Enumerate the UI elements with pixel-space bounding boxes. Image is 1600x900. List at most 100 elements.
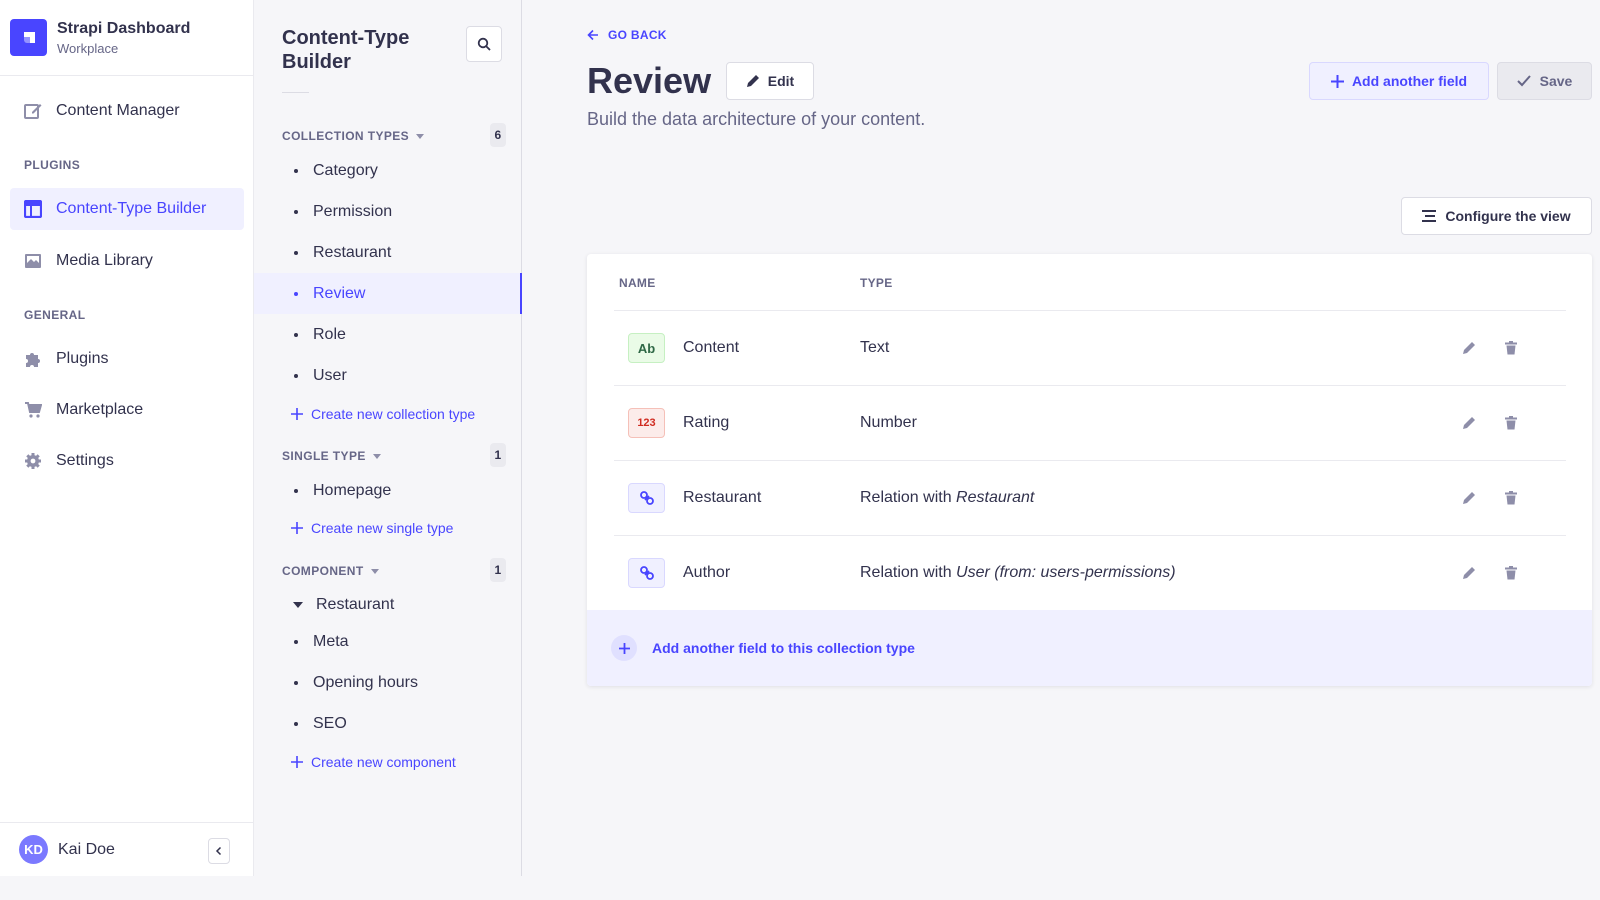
pencil-icon bbox=[1463, 417, 1475, 429]
subnav-item-role[interactable]: Role bbox=[254, 314, 522, 355]
subnav-item-label: Meta bbox=[313, 632, 349, 650]
section-label: COLLECTION TYPES bbox=[282, 129, 410, 143]
list-icon bbox=[1422, 210, 1437, 222]
edit-field-button[interactable] bbox=[1459, 338, 1479, 358]
nav-item-marketplace[interactable]: Marketplace bbox=[10, 389, 244, 431]
subnav-item-category[interactable]: Category bbox=[254, 150, 522, 191]
bullet bbox=[294, 488, 298, 493]
create-single-type-link[interactable]: Create new single type bbox=[291, 520, 453, 536]
field-type: Relation with Restaurant bbox=[860, 489, 1034, 507]
create-component-link[interactable]: Create new component bbox=[291, 754, 456, 770]
bullet bbox=[294, 680, 298, 685]
subnav-item-homepage[interactable]: Homepage bbox=[254, 470, 522, 511]
puzzle-icon bbox=[23, 349, 43, 369]
bullet bbox=[294, 721, 298, 726]
table-row[interactable]: Restaurant Relation with Restaurant bbox=[614, 460, 1566, 535]
nav-item-settings[interactable]: Settings bbox=[10, 440, 244, 482]
save-button[interactable]: Save bbox=[1497, 62, 1592, 100]
pencil-icon bbox=[1463, 492, 1475, 504]
add-field-footer-label: Add another field to this collection typ… bbox=[652, 640, 915, 656]
edit-button[interactable]: Edit bbox=[726, 62, 814, 100]
single-type-header[interactable]: SINGLE TYPE 1 bbox=[282, 443, 506, 467]
add-field-to-collection-button[interactable]: Add another field to this collection typ… bbox=[587, 610, 1592, 686]
create-link-label: Create new single type bbox=[311, 520, 454, 536]
caret-down-icon bbox=[372, 453, 381, 459]
edit-field-button[interactable] bbox=[1459, 413, 1479, 433]
add-field-label: Add another field bbox=[1351, 73, 1468, 89]
delete-field-button[interactable] bbox=[1501, 488, 1521, 508]
nav-item-plugins[interactable]: Plugins bbox=[10, 338, 244, 380]
check-icon bbox=[1516, 75, 1531, 87]
subnav-item-review[interactable]: Review bbox=[254, 273, 522, 314]
caret-down-icon bbox=[370, 568, 379, 574]
nav-item-label: Media Library bbox=[56, 252, 153, 269]
bullet bbox=[294, 250, 298, 255]
bullet bbox=[294, 639, 298, 644]
field-type-prefix: Relation with bbox=[860, 564, 957, 581]
edit-field-button[interactable] bbox=[1459, 488, 1479, 508]
go-back-link[interactable]: GO BACK bbox=[587, 28, 667, 42]
section-label: COMPONENT bbox=[282, 564, 364, 578]
field-name: Author bbox=[683, 564, 731, 581]
user-menu[interactable]: KD Kai Doe bbox=[0, 822, 254, 876]
plus-icon bbox=[1330, 74, 1344, 88]
number-type-badge: 123 bbox=[628, 408, 665, 438]
field-name: Restaurant bbox=[683, 489, 762, 506]
subnav-item-user[interactable]: User bbox=[254, 355, 522, 396]
field-type: Number bbox=[860, 414, 917, 432]
table-row[interactable]: Ab Content Text bbox=[614, 310, 1566, 385]
trash-icon bbox=[1505, 566, 1517, 580]
subnav-item-permission[interactable]: Permission bbox=[254, 191, 522, 232]
component-group-restaurant[interactable]: Restaurant bbox=[254, 584, 522, 625]
nav-item-label: Plugins bbox=[56, 350, 109, 367]
collapse-nav-button[interactable] bbox=[208, 838, 230, 864]
delete-field-button[interactable] bbox=[1501, 413, 1521, 433]
component-header[interactable]: COMPONENT 1 bbox=[282, 558, 506, 582]
table-row[interactable]: 123 Rating Number bbox=[614, 385, 1566, 460]
link-icon bbox=[628, 558, 665, 588]
search-button[interactable] bbox=[466, 26, 502, 62]
main-navigation: Strapi Dashboard Workplace Content Manag… bbox=[0, 0, 254, 876]
table-row[interactable]: Author Relation with User (from: users-p… bbox=[614, 535, 1566, 610]
subnav-item-label: Permission bbox=[313, 202, 393, 220]
subnav-item-seo[interactable]: SEO bbox=[254, 703, 522, 744]
text-type-badge: Ab bbox=[628, 333, 665, 363]
plus-icon bbox=[291, 522, 303, 534]
edit-field-button[interactable] bbox=[1459, 563, 1479, 583]
bullet bbox=[294, 373, 298, 378]
column-header-name: NAME bbox=[619, 276, 656, 290]
subnav-item-restaurant[interactable]: Restaurant bbox=[254, 232, 522, 273]
collection-types-count: 6 bbox=[490, 123, 506, 147]
chevron-left-icon bbox=[215, 846, 222, 856]
page-title: Review bbox=[587, 60, 712, 101]
fields-table: NAME TYPE Ab Content Text 123 Rating Num… bbox=[587, 254, 1592, 686]
link-icon bbox=[628, 483, 665, 513]
subnav-item-opening-hours[interactable]: Opening hours bbox=[254, 662, 522, 703]
brand-title: Strapi Dashboard bbox=[57, 19, 191, 37]
caret-down-icon bbox=[293, 601, 303, 608]
single-type-count: 1 bbox=[490, 443, 506, 467]
nav-item-content-type-builder[interactable]: Content-Type Builder bbox=[10, 188, 244, 230]
strapi-logo-icon bbox=[10, 19, 47, 56]
image-icon bbox=[23, 251, 43, 271]
delete-field-button[interactable] bbox=[1501, 338, 1521, 358]
collection-types-header[interactable]: COLLECTION TYPES 6 bbox=[282, 123, 506, 147]
bullet bbox=[294, 291, 298, 296]
delete-field-button[interactable] bbox=[1501, 563, 1521, 583]
nav-item-media-library[interactable]: Media Library bbox=[10, 240, 244, 282]
add-another-field-button[interactable]: Add another field bbox=[1309, 62, 1489, 100]
brand[interactable]: Strapi Dashboard Workplace bbox=[0, 0, 253, 76]
pencil-icon bbox=[1463, 342, 1475, 354]
field-type-prefix: Text bbox=[860, 339, 890, 356]
create-collection-type-link[interactable]: Create new collection type bbox=[291, 406, 475, 422]
nav-item-label: Settings bbox=[56, 452, 114, 469]
field-type-target: Restaurant bbox=[956, 489, 1035, 506]
plus-circle-icon bbox=[611, 635, 637, 661]
bullet bbox=[294, 332, 298, 337]
configure-view-button[interactable]: Configure the view bbox=[1401, 197, 1592, 235]
nav-item-content-manager[interactable]: Content Manager bbox=[10, 90, 244, 132]
avatar: KD bbox=[19, 835, 48, 864]
divider bbox=[282, 92, 309, 93]
subnav-item-meta[interactable]: Meta bbox=[254, 621, 522, 662]
field-type-prefix: Number bbox=[860, 414, 917, 431]
